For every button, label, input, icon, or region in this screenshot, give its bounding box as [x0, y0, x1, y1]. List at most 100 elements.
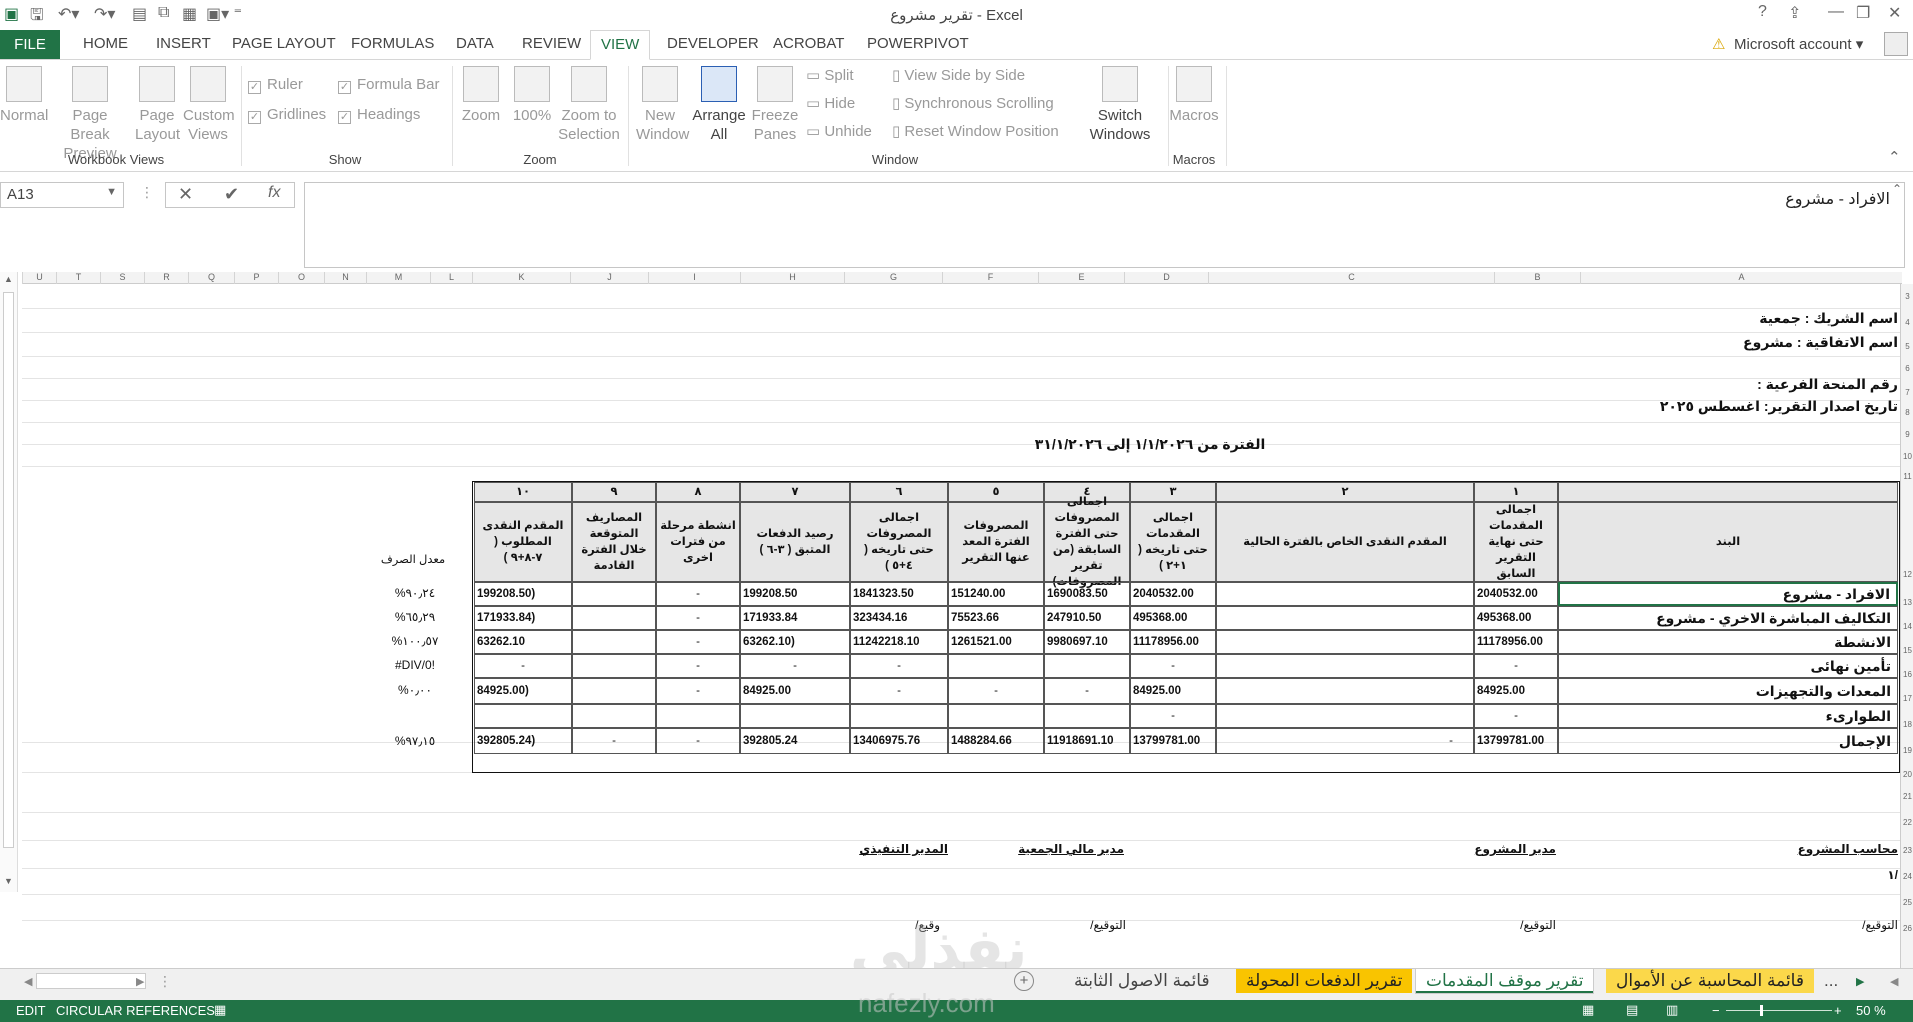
column-header[interactable]: N	[324, 272, 366, 284]
cell-c6[interactable]: -	[850, 654, 948, 678]
cell-c1[interactable]: 13799781.00	[1474, 728, 1558, 754]
page-break-icon[interactable]: ▥	[1666, 1002, 1678, 1018]
zoom-out-icon[interactable]: −	[1712, 1003, 1720, 1018]
new-window-button[interactable]: New Window	[636, 66, 689, 144]
sheet-tab-more[interactable]: ...	[1814, 969, 1848, 993]
row-header[interactable]: 17	[1901, 694, 1913, 703]
split-button[interactable]: ▭ Split	[806, 66, 854, 84]
cell-rate[interactable]: %٦٥٫٢٩	[380, 610, 450, 624]
row-header[interactable]: 16	[1901, 670, 1913, 679]
gridlines-checkbox[interactable]: ✓ Gridlines	[248, 106, 326, 124]
cell-c4[interactable]	[1044, 654, 1130, 678]
cell-c5[interactable]: 151240.00	[948, 582, 1044, 606]
cell-c10[interactable]: 63262.10	[474, 630, 572, 654]
cell-c7[interactable]: 63262.10)	[740, 630, 850, 654]
cell-c4[interactable]: 1690083.50	[1044, 582, 1130, 606]
cell-c8[interactable]: -	[656, 728, 740, 754]
row-header[interactable]: 7	[1901, 388, 1913, 397]
cell-c9[interactable]	[572, 678, 656, 704]
cell-c9[interactable]	[572, 606, 656, 630]
row-item[interactable]: تأمين نهائى	[1558, 654, 1898, 678]
vertical-scrollbar[interactable]: ▲ ▼	[0, 272, 18, 892]
row-header[interactable]: 3	[1901, 292, 1913, 301]
cell-c9[interactable]: -	[572, 728, 656, 754]
column-header[interactable]: H	[740, 272, 844, 284]
cell-c8[interactable]: -	[656, 654, 740, 678]
cell-c3[interactable]: 495368.00	[1130, 606, 1216, 630]
cell-c4[interactable]: -	[1044, 678, 1130, 704]
cell-c3[interactable]: 13799781.00	[1130, 728, 1216, 754]
cell-c2[interactable]	[1216, 606, 1474, 630]
tab-acrobat[interactable]: ACROBAT	[773, 35, 844, 52]
ruler-checkbox[interactable]: ✓ Ruler	[248, 76, 303, 94]
cell-c5[interactable]: 1261521.00	[948, 630, 1044, 654]
prev-sheet-icon[interactable]: ◀	[1890, 975, 1898, 988]
zoom-button[interactable]: Zoom	[456, 66, 506, 125]
row-item-total[interactable]: الإجمال	[1558, 728, 1898, 754]
normal-view-icon[interactable]: ▦	[1582, 1002, 1594, 1018]
cell-c8[interactable]	[656, 704, 740, 728]
freeze-panes-button[interactable]: Freeze Panes	[750, 66, 800, 144]
cell-c9[interactable]	[572, 582, 656, 606]
scroll-right-icon[interactable]: ▶	[136, 975, 144, 988]
column-header[interactable]: T	[56, 272, 100, 284]
cell-c2[interactable]	[1216, 582, 1474, 606]
sheet-tab-advances[interactable]: تقرير موقف المقدمات	[1416, 969, 1594, 993]
cell-c8[interactable]: -	[656, 582, 740, 606]
cell-rate[interactable]: #DIV/0!	[380, 658, 450, 672]
cell-c4[interactable]: 247910.50	[1044, 606, 1130, 630]
page-layout-icon[interactable]: ▤	[1626, 1002, 1638, 1018]
cell-c2[interactable]: -	[1216, 728, 1474, 754]
account-menu[interactable]: Microsoft account ▾	[1734, 35, 1863, 53]
row-item[interactable]: الطوارىء	[1558, 704, 1898, 728]
cell-rate[interactable]: %٩٧٫١٥	[380, 734, 450, 748]
custom-views-button[interactable]: Custom Views	[183, 66, 235, 144]
row-header[interactable]: 15	[1901, 646, 1913, 655]
cell-c6[interactable]: 1841323.50	[850, 582, 948, 606]
cell-c7[interactable]: 84925.00	[740, 678, 850, 704]
row-item[interactable]: الانشطة	[1558, 630, 1898, 654]
avatar[interactable]	[1884, 32, 1908, 56]
cell-c4[interactable]: 11918691.10	[1044, 728, 1130, 754]
cell-c10[interactable]: -	[474, 654, 572, 678]
cell-c4[interactable]	[1044, 704, 1130, 728]
help-icon[interactable]: ?	[1758, 3, 1767, 21]
row-header[interactable]: 23	[1901, 846, 1913, 855]
cell-c1[interactable]: -	[1474, 704, 1558, 728]
row-header[interactable]: 19	[1901, 746, 1913, 755]
row-header[interactable]: 21	[1901, 792, 1913, 801]
cell-c10[interactable]: 84925.00)	[474, 678, 572, 704]
row-header[interactable]: 25	[1901, 898, 1913, 907]
column-header[interactable]: K	[472, 272, 570, 284]
cell-c5[interactable]: 75523.66	[948, 606, 1044, 630]
cell-rate[interactable]: %١٠٠٫٥٧	[380, 634, 450, 648]
split-handle-icon[interactable]: ⋮	[158, 973, 172, 990]
cell-c10[interactable]: 392805.24)	[474, 728, 572, 754]
column-header[interactable]: O	[278, 272, 324, 284]
cancel-icon[interactable]: ✕	[178, 184, 193, 205]
cell-c5[interactable]	[948, 654, 1044, 678]
cell-c10[interactable]	[474, 704, 572, 728]
arrange-all-button[interactable]: Arrange All	[690, 66, 748, 144]
scroll-down-icon[interactable]: ▼	[4, 876, 13, 886]
cell-c7[interactable]	[740, 704, 850, 728]
cell-c9[interactable]	[572, 654, 656, 678]
row-item[interactable]: المعدات والتجهيزات	[1558, 678, 1898, 704]
insert-function-icon[interactable]: fx	[268, 184, 280, 202]
row-header[interactable]: 11	[1901, 472, 1913, 481]
sheet-tab-transfers[interactable]: تقرير الدفعات المحولة	[1236, 969, 1413, 993]
cell-c6[interactable]: 323434.16	[850, 606, 948, 630]
cell-c3[interactable]: -	[1130, 654, 1216, 678]
formula-bar-checkbox[interactable]: ✓ Formula Bar	[338, 76, 440, 94]
zoom-100-button[interactable]: 100%	[510, 66, 554, 125]
cell-c7[interactable]: 171933.84	[740, 606, 850, 630]
row-header[interactable]: 26	[1901, 924, 1913, 933]
column-header[interactable]: A	[1580, 272, 1902, 284]
cell-c5[interactable]: 1488284.66	[948, 728, 1044, 754]
tab-view[interactable]: VIEW	[590, 30, 651, 60]
cell-c1[interactable]: 2040532.00	[1474, 582, 1558, 606]
row-header[interactable]: 18	[1901, 720, 1913, 729]
page-layout-button[interactable]: Page Layout	[135, 66, 180, 144]
row-header[interactable]: 5	[1901, 342, 1913, 351]
zoom-slider-thumb[interactable]	[1760, 1005, 1763, 1016]
